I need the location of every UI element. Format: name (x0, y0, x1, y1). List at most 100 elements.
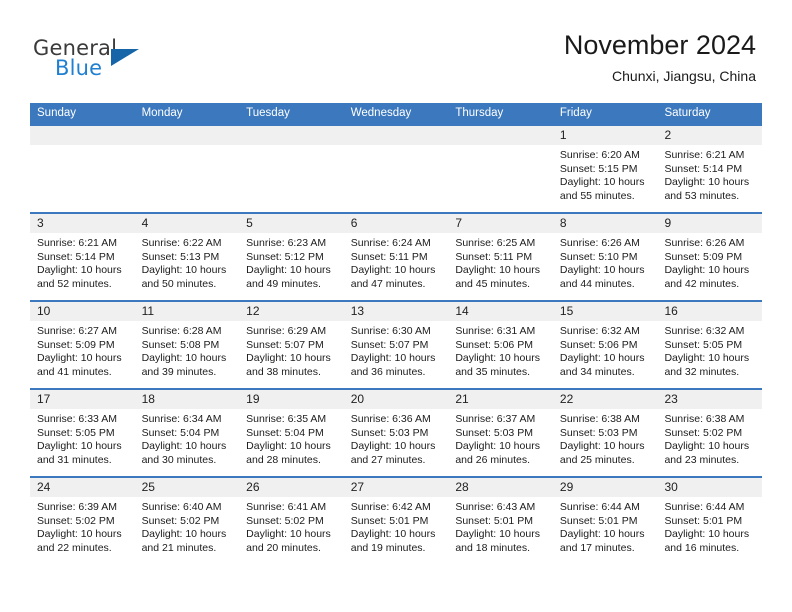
day-number: 18 (141, 392, 155, 406)
day-number: 24 (37, 480, 51, 494)
day-details: Sunrise: 6:27 AM Sunset: 5:09 PM Dayligh… (30, 321, 135, 379)
day-number-strip: 5 (239, 214, 344, 233)
day-cell[interactable]: 5 Sunrise: 6:23 AM Sunset: 5:12 PM Dayli… (239, 214, 344, 300)
day-cell[interactable]: 17 Sunrise: 6:33 AM Sunset: 5:05 PM Dayl… (30, 390, 135, 476)
day-details: Sunrise: 6:43 AM Sunset: 5:01 PM Dayligh… (448, 497, 553, 555)
day-number: 12 (246, 304, 260, 318)
day-number: 4 (141, 216, 149, 230)
daylight-text-line2: and 19 minutes. (350, 541, 426, 554)
daylight-text-line2: and 55 minutes. (559, 189, 635, 202)
day-number-strip: 26 (239, 478, 344, 497)
day-cell[interactable]: 24 Sunrise: 6:39 AM Sunset: 5:02 PM Dayl… (30, 478, 135, 564)
day-cell[interactable]: 7 Sunrise: 6:25 AM Sunset: 5:11 PM Dayli… (448, 214, 553, 300)
day-cell[interactable] (343, 126, 449, 212)
day-cell[interactable] (134, 126, 240, 212)
sunrise-text: Sunrise: 6:32 AM (559, 325, 640, 337)
sunset-text: Sunset: 5:01 PM (350, 514, 429, 527)
day-cell[interactable]: 9 Sunrise: 6:26 AM Sunset: 5:09 PM Dayli… (657, 214, 763, 300)
day-cell[interactable] (239, 126, 344, 212)
day-cell[interactable]: 21 Sunrise: 6:37 AM Sunset: 5:03 PM Dayl… (448, 390, 553, 476)
day-number-strip (448, 126, 553, 145)
daylight-text-line1: Daylight: 10 hours (455, 352, 540, 365)
day-cell[interactable]: 23 Sunrise: 6:38 AM Sunset: 5:02 PM Dayl… (657, 390, 763, 476)
day-cell[interactable]: 28 Sunrise: 6:43 AM Sunset: 5:01 PM Dayl… (448, 478, 553, 564)
calendar-week-row: 24 Sunrise: 6:39 AM Sunset: 5:02 PM Dayl… (30, 476, 763, 564)
day-cell[interactable] (448, 126, 553, 212)
day-cell[interactable]: 2 Sunrise: 6:21 AM Sunset: 5:14 PM Dayli… (657, 126, 763, 212)
weekday-header-thursday: Thursday (455, 107, 504, 119)
daylight-text-line1: Daylight: 10 hours (350, 352, 436, 365)
day-number-strip: 4 (134, 214, 240, 233)
page-title: November 2024 (563, 30, 756, 60)
day-cell[interactable]: 12 Sunrise: 6:29 AM Sunset: 5:07 PM Dayl… (239, 302, 344, 388)
day-number-strip: 27 (343, 478, 449, 497)
day-cell[interactable]: 25 Sunrise: 6:40 AM Sunset: 5:02 PM Dayl… (134, 478, 240, 564)
daylight-text-line1: Daylight: 10 hours (350, 440, 436, 453)
day-cell[interactable]: 11 Sunrise: 6:28 AM Sunset: 5:08 PM Dayl… (134, 302, 240, 388)
daylight-text-line1: Daylight: 10 hours (559, 176, 645, 189)
daylight-text-line1: Daylight: 10 hours (246, 528, 331, 541)
day-cell[interactable]: 18 Sunrise: 6:34 AM Sunset: 5:04 PM Dayl… (134, 390, 240, 476)
daylight-text-line1: Daylight: 10 hours (141, 440, 227, 453)
sunrise-text: Sunrise: 6:32 AM (664, 325, 745, 337)
daylight-text-line1: Daylight: 10 hours (455, 264, 540, 277)
page-header: General Blue November 2024 Chunxi, Jiang… (0, 0, 792, 100)
day-cell[interactable]: 19 Sunrise: 6:35 AM Sunset: 5:04 PM Dayl… (239, 390, 344, 476)
day-number-strip: 13 (343, 302, 449, 321)
day-details: Sunrise: 6:41 AM Sunset: 5:02 PM Dayligh… (239, 497, 344, 555)
day-details: Sunrise: 6:42 AM Sunset: 5:01 PM Dayligh… (344, 497, 449, 555)
day-number-strip: 30 (657, 478, 763, 497)
day-cell[interactable]: 29 Sunrise: 6:44 AM Sunset: 5:01 PM Dayl… (552, 478, 658, 564)
day-number: 26 (246, 480, 260, 494)
sunset-text: Sunset: 5:02 PM (664, 426, 743, 439)
page-subtitle-location: Chunxi, Jiangsu, China (612, 68, 756, 84)
daylight-text-line1: Daylight: 10 hours (246, 440, 331, 453)
day-details: Sunrise: 6:26 AM Sunset: 5:10 PM Dayligh… (553, 233, 658, 291)
day-number: 14 (455, 304, 469, 318)
day-cell[interactable]: 30 Sunrise: 6:44 AM Sunset: 5:01 PM Dayl… (657, 478, 763, 564)
day-details: Sunrise: 6:44 AM Sunset: 5:01 PM Dayligh… (657, 497, 762, 555)
daylight-text-line1: Daylight: 10 hours (664, 264, 750, 277)
day-cell[interactable]: 16 Sunrise: 6:32 AM Sunset: 5:05 PM Dayl… (657, 302, 763, 388)
sunset-text: Sunset: 5:05 PM (37, 426, 115, 439)
daylight-text-line1: Daylight: 10 hours (37, 352, 122, 365)
day-number-strip: 12 (239, 302, 344, 321)
day-number-strip: 1 (552, 126, 658, 145)
daylight-text-line2: and 52 minutes. (37, 277, 112, 290)
day-cell[interactable]: 15 Sunrise: 6:32 AM Sunset: 5:06 PM Dayl… (552, 302, 658, 388)
day-cell[interactable]: 10 Sunrise: 6:27 AM Sunset: 5:09 PM Dayl… (30, 302, 135, 388)
daylight-text-line1: Daylight: 10 hours (141, 264, 227, 277)
sunrise-text: Sunrise: 6:29 AM (246, 325, 327, 337)
day-cell[interactable]: 13 Sunrise: 6:30 AM Sunset: 5:07 PM Dayl… (343, 302, 449, 388)
daylight-text-line2: and 41 minutes. (37, 365, 112, 378)
day-number: 6 (350, 216, 358, 230)
day-cell[interactable]: 1 Sunrise: 6:20 AM Sunset: 5:15 PM Dayli… (552, 126, 658, 212)
day-cell[interactable]: 26 Sunrise: 6:41 AM Sunset: 5:02 PM Dayl… (239, 478, 344, 564)
day-number: 1 (559, 128, 567, 142)
sunset-text: Sunset: 5:10 PM (559, 250, 638, 263)
day-cell[interactable]: 8 Sunrise: 6:26 AM Sunset: 5:10 PM Dayli… (552, 214, 658, 300)
day-cell[interactable]: 6 Sunrise: 6:24 AM Sunset: 5:11 PM Dayli… (343, 214, 449, 300)
daylight-text-line2: and 22 minutes. (37, 541, 112, 554)
day-cell[interactable]: 14 Sunrise: 6:31 AM Sunset: 5:06 PM Dayl… (448, 302, 553, 388)
day-cell[interactable]: 27 Sunrise: 6:42 AM Sunset: 5:01 PM Dayl… (343, 478, 449, 564)
daylight-text-line2: and 17 minutes. (559, 541, 635, 554)
daylight-text-line2: and 44 minutes. (559, 277, 635, 290)
day-cell[interactable]: 3 Sunrise: 6:21 AM Sunset: 5:14 PM Dayli… (30, 214, 135, 300)
day-details: Sunrise: 6:21 AM Sunset: 5:14 PM Dayligh… (657, 145, 762, 203)
day-cell[interactable]: 20 Sunrise: 6:36 AM Sunset: 5:03 PM Dayl… (343, 390, 449, 476)
day-number: 25 (141, 480, 155, 494)
day-details: Sunrise: 6:30 AM Sunset: 5:07 PM Dayligh… (344, 321, 449, 379)
day-cell[interactable]: 4 Sunrise: 6:22 AM Sunset: 5:13 PM Dayli… (134, 214, 240, 300)
day-cell[interactable]: 22 Sunrise: 6:38 AM Sunset: 5:03 PM Dayl… (552, 390, 658, 476)
day-number-strip: 23 (657, 390, 763, 409)
daylight-text-line2: and 36 minutes. (350, 365, 426, 378)
day-number: 21 (455, 392, 469, 406)
sunset-text: Sunset: 5:05 PM (664, 338, 743, 351)
day-number-strip: 10 (30, 302, 135, 321)
day-number: 11 (141, 304, 155, 318)
sunrise-text: Sunrise: 6:44 AM (664, 501, 745, 513)
general-blue-logo[interactable]: General Blue (33, 36, 163, 82)
day-cell[interactable] (30, 126, 135, 212)
daylight-text-line2: and 42 minutes. (664, 277, 740, 290)
